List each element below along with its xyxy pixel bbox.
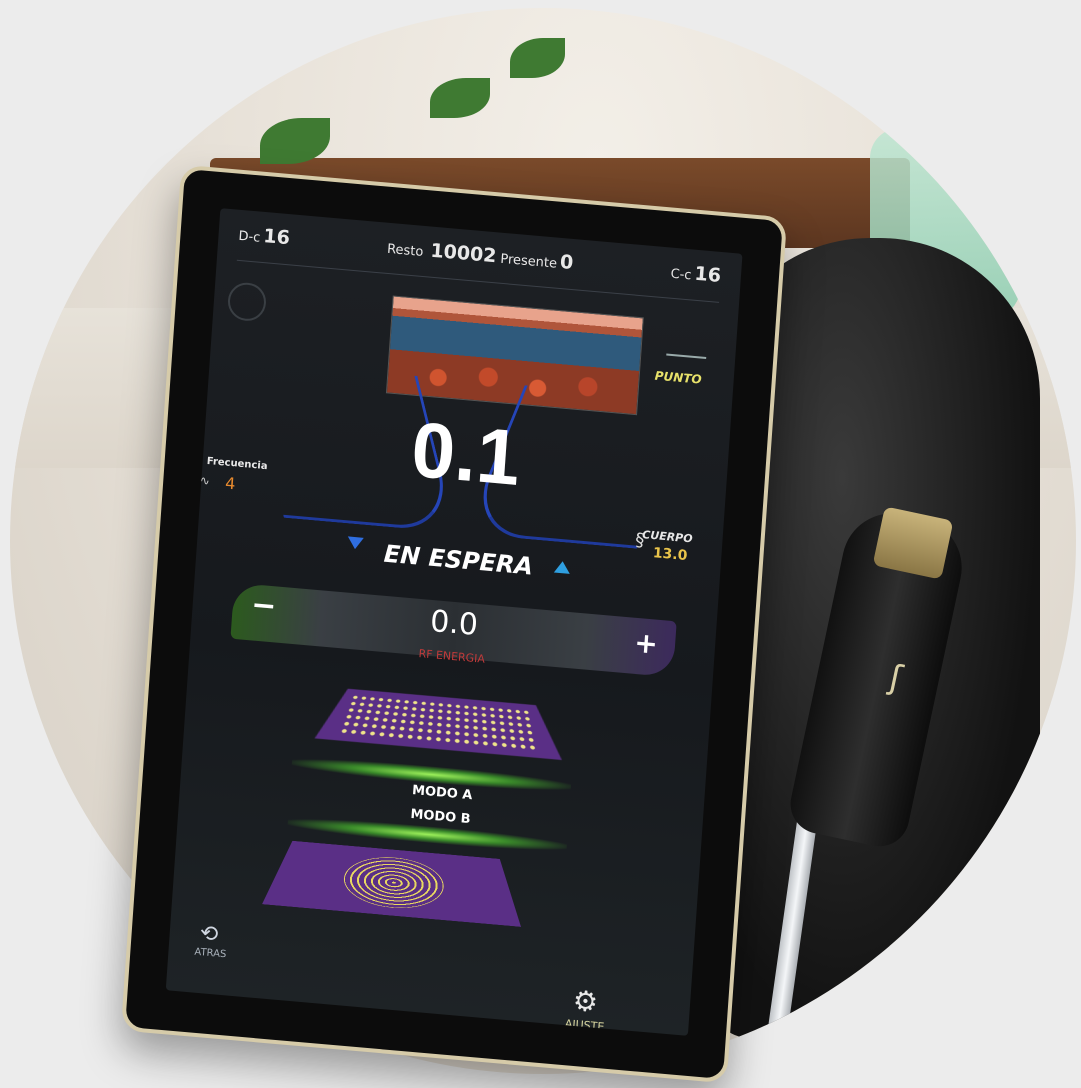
back-button-label[interactable]: ATRAS xyxy=(194,947,227,961)
plant-leaf xyxy=(510,38,565,78)
presente-label: Presente xyxy=(499,251,558,272)
presente-value: 0 xyxy=(559,250,575,275)
cc-value: 16 xyxy=(693,262,722,287)
zone-value[interactable]: 13.0 xyxy=(652,545,688,564)
energy-increase-button[interactable]: + xyxy=(630,626,662,661)
applicator-icon[interactable] xyxy=(666,337,708,360)
zone-label[interactable]: CUERPO xyxy=(642,528,693,545)
frequency-value[interactable]: 4 xyxy=(225,474,236,494)
depth-up-arrow-icon[interactable] xyxy=(553,560,571,574)
touch-screen: D-c 16 Resto 10002 Presente 0 C-c 16 PUN… xyxy=(165,208,743,1036)
settings-button-label[interactable]: AJUSTE xyxy=(564,1017,604,1033)
punto-mode-label[interactable]: PUNTO xyxy=(654,369,702,387)
d-value: 16 xyxy=(262,225,291,250)
resto-counter: Resto 10002 Presente 0 xyxy=(386,236,575,275)
mode-a-dot-grid xyxy=(338,693,540,753)
wave-icon: -∿ xyxy=(194,472,211,489)
d-label: D-c xyxy=(237,228,261,246)
cc-label: C-c xyxy=(670,266,692,284)
gear-icon[interactable]: ⚙ xyxy=(572,984,599,1019)
d-counter: D-c 16 xyxy=(238,223,291,249)
profile-icon[interactable] xyxy=(226,281,268,323)
cc-counter: C-c 16 xyxy=(670,261,722,287)
plant-leaf xyxy=(180,68,240,108)
status-bar: D-c 16 Resto 10002 Presente 0 C-c 16 xyxy=(217,208,742,302)
tablet-device: D-c 16 Resto 10002 Presente 0 C-c 16 PUN… xyxy=(120,164,788,1084)
plant-leaf xyxy=(430,78,490,118)
resto-value: 10002 xyxy=(429,239,498,268)
resto-label: Resto xyxy=(386,241,424,260)
back-icon[interactable]: ⟲ xyxy=(199,921,228,948)
